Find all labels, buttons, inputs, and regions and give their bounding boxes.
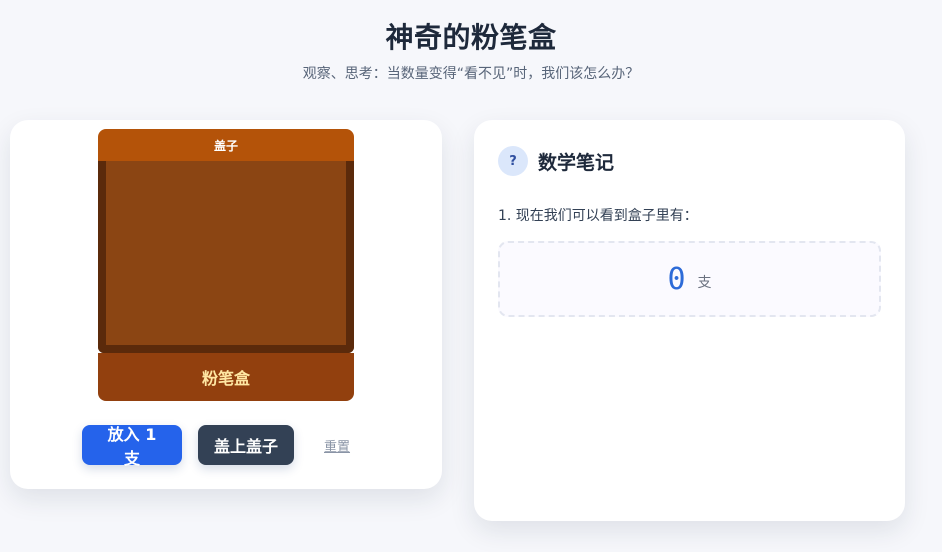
math-notes-card: ? 数学笔记 1. 现在我们可以看到盒子里有： 0 支 — [474, 120, 905, 521]
notes-header: ? 数学笔记 — [498, 146, 614, 176]
box-label: 粉笔盒 — [201, 369, 250, 388]
chalk-box-card: 盖子 粉笔盒 放入 1 支 盖上盖子 重置 — [10, 120, 442, 489]
box-lid: 盖子 — [98, 129, 354, 161]
lid-label: 盖子 — [213, 138, 238, 153]
question-circle-icon: ? — [498, 146, 528, 176]
reset-link[interactable]: 重置 — [324, 436, 350, 455]
cover-lid-button[interactable]: 盖上盖子 — [198, 425, 294, 465]
add-one-button[interactable]: 放入 1 支 — [82, 425, 182, 468]
chalk-box: 盖子 粉笔盒 — [98, 129, 354, 401]
page: 神奇的粉笔盒 观察、思考：当数量变得“看不见”时，我们该怎么办？ 盖子 粉笔盒 … — [0, 0, 942, 552]
box-controls: 放入 1 支 盖上盖子 重置 — [82, 425, 350, 468]
page-header: 神奇的粉笔盒 观察、思考：当数量变得“看不见”时，我们该怎么办？ — [0, 18, 942, 84]
notes-title: 数学笔记 — [538, 151, 615, 174]
chalk-count: 0 — [667, 261, 686, 297]
page-subtitle: 观察、思考：当数量变得“看不见”时，我们该怎么办？ — [302, 66, 640, 82]
count-unit: 支 — [697, 275, 712, 291]
question-text: 1. 现在我们可以看到盒子里有： — [498, 208, 698, 224]
box-interior — [98, 161, 354, 353]
box-front: 粉笔盒 — [98, 353, 354, 401]
answer-box: 0 支 — [498, 241, 881, 317]
page-title: 神奇的粉笔盒 — [385, 21, 557, 54]
